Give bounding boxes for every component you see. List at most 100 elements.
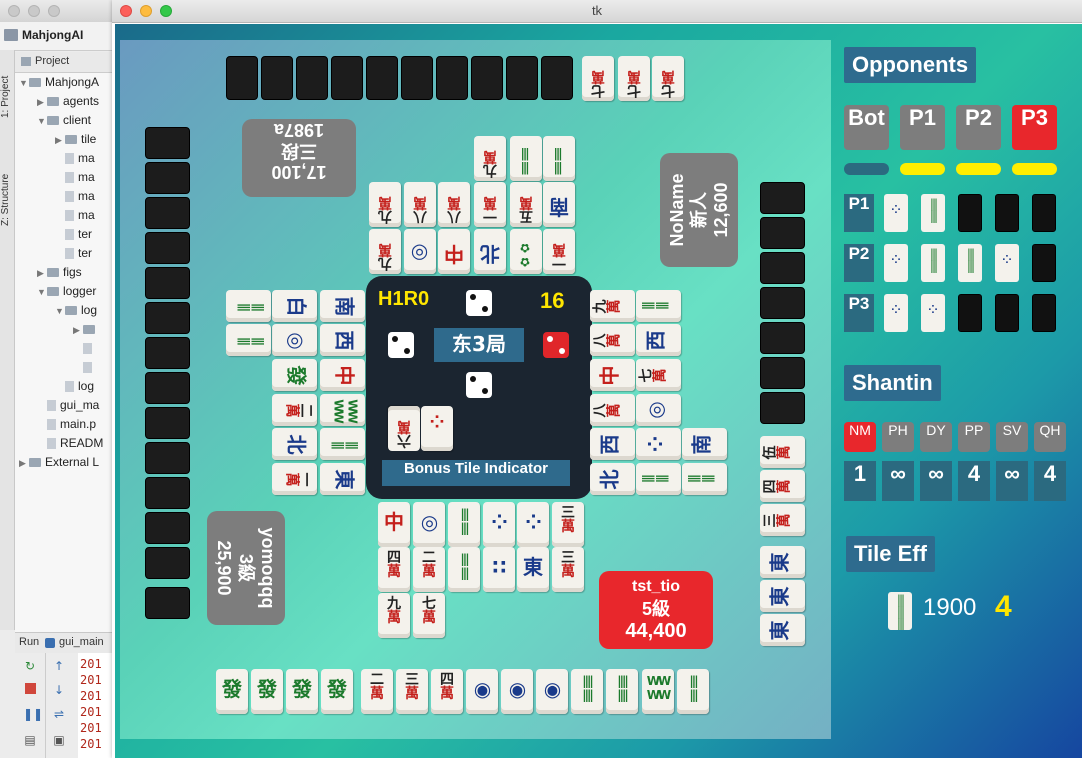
tree-item[interactable]: ▶ bbox=[73, 320, 99, 339]
pause-icon[interactable]: ❚❚ bbox=[23, 707, 43, 721]
console-line: 201 bbox=[80, 721, 102, 735]
soft-wrap-icon[interactable]: ⇌ bbox=[52, 707, 66, 721]
hand-tile[interactable]: |||| |||| bbox=[571, 669, 603, 714]
hand-tile[interactable]: 三萬 bbox=[396, 669, 428, 714]
chevron-down-icon[interactable]: ▼ bbox=[19, 74, 29, 93]
tree-item[interactable]: ▼ log bbox=[55, 301, 97, 320]
ide-minimize-button[interactable] bbox=[28, 5, 40, 17]
tree-item[interactable]: ▶ tile bbox=[55, 130, 96, 149]
shanten-label-sv[interactable]: SV bbox=[996, 422, 1028, 452]
chevron-right-icon[interactable]: ▶ bbox=[37, 264, 47, 283]
hand-tile[interactable]: ◉ bbox=[501, 669, 533, 714]
hand-tile[interactable]: 四萬 bbox=[431, 669, 463, 714]
project-panel-title[interactable]: Project bbox=[35, 55, 69, 67]
chevron-down-icon[interactable]: ▼ bbox=[55, 302, 65, 321]
opponent-button-bot[interactable]: Bot bbox=[844, 105, 889, 150]
hand-tile[interactable]: 發 bbox=[216, 669, 248, 714]
tab-project[interactable]: 1: Project bbox=[0, 58, 14, 118]
ide-project-name[interactable]: MahjongAI bbox=[22, 28, 83, 42]
tree-item-label: figs bbox=[63, 265, 82, 279]
shanten-value: 1 bbox=[844, 461, 876, 501]
chevron-down-icon[interactable]: ▼ bbox=[37, 283, 47, 302]
tree-item[interactable] bbox=[73, 358, 96, 377]
hand-tile[interactable]: 二萬 bbox=[361, 669, 393, 714]
run-config-name[interactable]: gui_main bbox=[59, 636, 104, 648]
opponent-button-p1[interactable]: P1 bbox=[900, 105, 945, 150]
tree-item[interactable]: log bbox=[55, 377, 94, 396]
known-tile: ⁘ bbox=[884, 244, 908, 282]
chevron-right-icon[interactable]: ▶ bbox=[55, 131, 65, 150]
tk-titlebar: tk bbox=[112, 0, 1082, 23]
chevron-down-icon[interactable]: ▼ bbox=[37, 112, 47, 131]
tree-item[interactable]: ma bbox=[55, 149, 95, 168]
tree-item[interactable]: ▶ figs bbox=[37, 263, 82, 282]
hand-tile[interactable]: ◉ bbox=[536, 669, 568, 714]
tile-back bbox=[145, 232, 190, 264]
tree-item[interactable]: ▶ agents bbox=[37, 92, 99, 111]
tree-item[interactable]: ▼ client bbox=[37, 111, 91, 130]
file-icon bbox=[83, 362, 92, 374]
hand-tile[interactable]: |||| |||| bbox=[606, 669, 638, 714]
tree-item[interactable] bbox=[73, 339, 96, 358]
tile-back bbox=[760, 392, 805, 424]
tree-item[interactable]: READM bbox=[37, 434, 103, 453]
tile-back bbox=[145, 477, 190, 509]
tree-item[interactable]: ▶ External L bbox=[19, 453, 99, 472]
tree-item[interactable]: ter bbox=[55, 244, 92, 263]
scroll-up-icon[interactable]: ↑ bbox=[52, 659, 66, 673]
project-tree-rows: ▼ MahjongA ▶ agents ▼ client ▶ tile ma ma ma ma ter t… bbox=[15, 73, 112, 473]
chevron-right-icon[interactable]: ▶ bbox=[19, 454, 29, 473]
discard-tile: 四萬 bbox=[378, 547, 410, 592]
tree-item[interactable]: gui_ma bbox=[37, 396, 99, 415]
hand-tile[interactable]: ||| ||| bbox=[677, 669, 709, 714]
shanten-label-qh[interactable]: QH bbox=[1034, 422, 1066, 452]
hand-tile[interactable]: 發 bbox=[321, 669, 353, 714]
scroll-down-icon[interactable]: ↓ bbox=[52, 683, 66, 697]
player-box-self: tst_tio 5級 44,400 bbox=[599, 571, 713, 649]
chevron-right-icon[interactable]: ▶ bbox=[73, 321, 83, 340]
tree-item[interactable]: ter bbox=[55, 225, 92, 244]
tree-item[interactable]: ma bbox=[55, 187, 95, 206]
hand-tile[interactable]: 發 bbox=[251, 669, 283, 714]
rerun-icon[interactable]: ↻ bbox=[23, 659, 37, 673]
dice-icon bbox=[466, 290, 492, 316]
stop-icon[interactable] bbox=[23, 683, 37, 697]
tree-item[interactable]: ▼ logger bbox=[37, 282, 96, 301]
tree-item[interactable]: ma bbox=[55, 168, 95, 187]
ide-zoom-button[interactable] bbox=[48, 5, 60, 17]
ide-side-toolbar: 1: Project Z: Structure bbox=[0, 50, 15, 630]
discard-tile: 七萬 bbox=[413, 593, 445, 638]
tab-structure[interactable]: Z: Structure bbox=[0, 146, 14, 226]
opponent-button-p2[interactable]: P2 bbox=[956, 105, 1001, 150]
tree-item-label: ter bbox=[78, 246, 93, 260]
tree-item-label: agents bbox=[63, 94, 100, 108]
ide-close-button[interactable] bbox=[8, 5, 20, 17]
layout-icon[interactable]: ▤ bbox=[23, 733, 37, 747]
chevron-right-icon[interactable]: ▶ bbox=[37, 93, 47, 112]
discard-tile: 北 bbox=[272, 428, 317, 460]
tile-back bbox=[760, 182, 805, 214]
hand-tile[interactable]: ◉ bbox=[466, 669, 498, 714]
folder-icon bbox=[65, 135, 77, 145]
print-icon[interactable]: ▣ bbox=[52, 733, 66, 747]
run-label[interactable]: Run bbox=[19, 636, 39, 648]
tree-item[interactable]: ▼ MahjongA bbox=[19, 73, 99, 92]
hand-tile[interactable]: 發 bbox=[286, 669, 318, 714]
hand-tile[interactable]: WW WW bbox=[642, 669, 674, 714]
tile-back bbox=[760, 252, 805, 284]
file-icon bbox=[47, 419, 56, 431]
discard-tile: 中 bbox=[438, 229, 470, 274]
tree-item[interactable]: ma bbox=[55, 206, 95, 225]
shanten-label-dy[interactable]: DY bbox=[920, 422, 952, 452]
opponent-status-bar bbox=[844, 163, 889, 175]
shanten-label-ph[interactable]: PH bbox=[882, 422, 914, 452]
discard-tile: 七萬 bbox=[636, 359, 681, 391]
shanten-label-pp[interactable]: PP bbox=[958, 422, 990, 452]
discard-tile: 九萬 bbox=[378, 593, 410, 638]
ide-window-controls bbox=[8, 5, 60, 17]
opponent-button-p3[interactable]: P3 bbox=[1012, 105, 1057, 150]
mahjong-tile: 七萬 bbox=[652, 56, 684, 101]
discard-tile: ||| ||| bbox=[226, 324, 271, 356]
shanten-label-nm[interactable]: NM bbox=[844, 422, 876, 452]
tree-item[interactable]: main.p bbox=[37, 415, 96, 434]
